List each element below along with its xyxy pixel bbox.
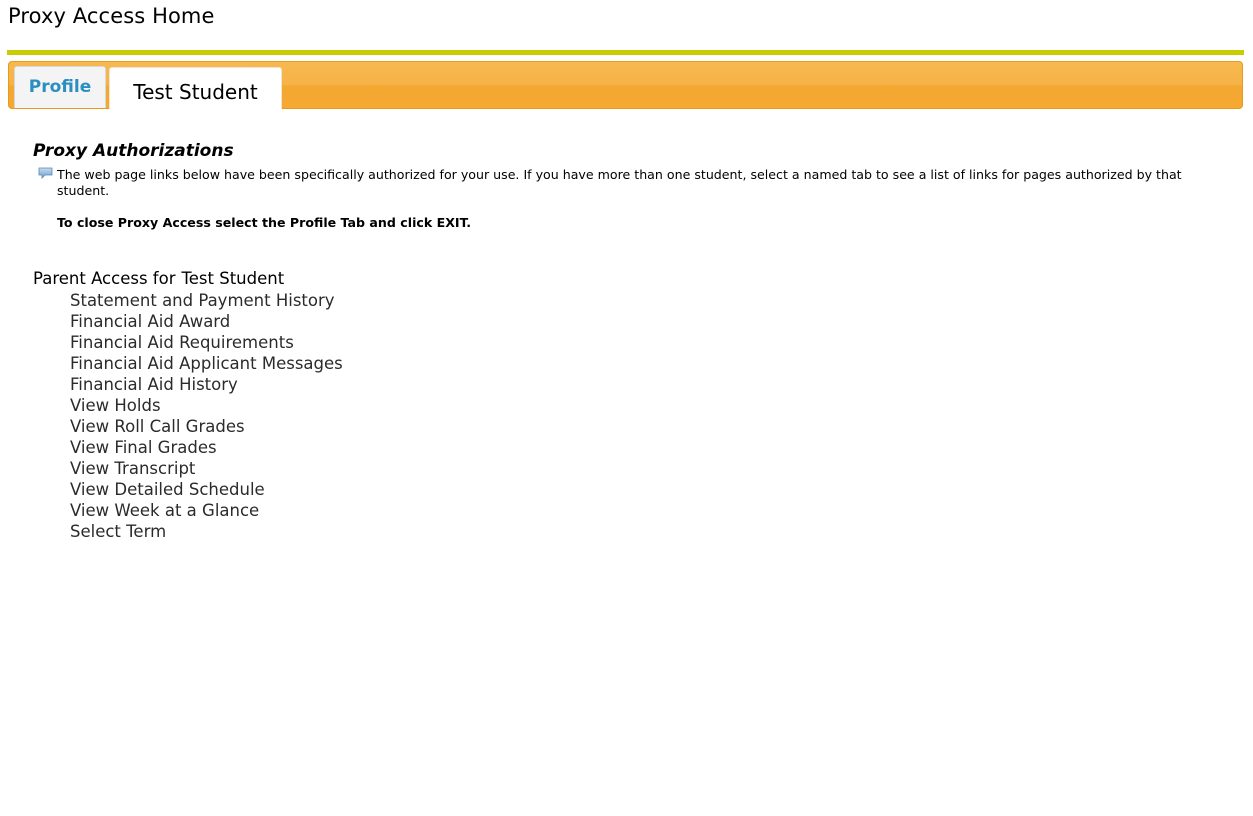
tab-test-student[interactable]: Test Student: [109, 67, 282, 109]
info-text: The web page links below have been speci…: [57, 167, 1182, 198]
list-item: Financial Aid Award: [70, 311, 343, 332]
list-item: View Roll Call Grades: [70, 416, 343, 437]
title-divider: [7, 50, 1244, 55]
link-view-final-grades[interactable]: View Final Grades: [70, 438, 217, 457]
link-financial-aid-history[interactable]: Financial Aid History: [70, 375, 238, 394]
list-item: Financial Aid Requirements: [70, 332, 343, 353]
link-view-holds[interactable]: View Holds: [70, 396, 161, 415]
link-statement-payment-history[interactable]: Statement and Payment History: [70, 291, 335, 310]
link-financial-aid-award[interactable]: Financial Aid Award: [70, 312, 230, 331]
list-item: Select Term: [70, 521, 343, 542]
authorized-links-list: Statement and Payment History Financial …: [70, 290, 343, 542]
link-view-detailed-schedule[interactable]: View Detailed Schedule: [70, 480, 265, 499]
page-title: Proxy Access Home: [8, 4, 215, 28]
link-view-roll-call-grades[interactable]: View Roll Call Grades: [70, 417, 245, 436]
tab-profile[interactable]: Profile: [14, 66, 106, 108]
parent-access-header: Parent Access for Test Student: [33, 269, 284, 288]
speech-bubble-icon: [38, 167, 53, 179]
list-item: Financial Aid History: [70, 374, 343, 395]
list-item: Statement and Payment History: [70, 290, 343, 311]
link-view-week-at-a-glance[interactable]: View Week at a Glance: [70, 501, 259, 520]
list-item: Financial Aid Applicant Messages: [70, 353, 343, 374]
link-financial-aid-applicant-messages[interactable]: Financial Aid Applicant Messages: [70, 354, 343, 373]
parent-access-student: Test Student: [181, 269, 285, 288]
link-financial-aid-requirements[interactable]: Financial Aid Requirements: [70, 333, 294, 352]
tab-profile-label: Profile: [28, 76, 92, 97]
list-item: View Holds: [70, 395, 343, 416]
link-view-transcript[interactable]: View Transcript: [70, 459, 195, 478]
parent-access-prefix: Parent Access for: [33, 269, 176, 288]
tab-bar: Profile Test Student: [8, 61, 1243, 109]
list-item: View Week at a Glance: [70, 500, 343, 521]
tab-test-student-label: Test Student: [133, 79, 258, 104]
list-item: View Final Grades: [70, 437, 343, 458]
link-select-term[interactable]: Select Term: [70, 522, 166, 541]
list-item: View Transcript: [70, 458, 343, 479]
section-title: Proxy Authorizations: [33, 141, 234, 161]
list-item: View Detailed Schedule: [70, 479, 343, 500]
close-instruction: To close Proxy Access select the Profile…: [57, 215, 472, 230]
